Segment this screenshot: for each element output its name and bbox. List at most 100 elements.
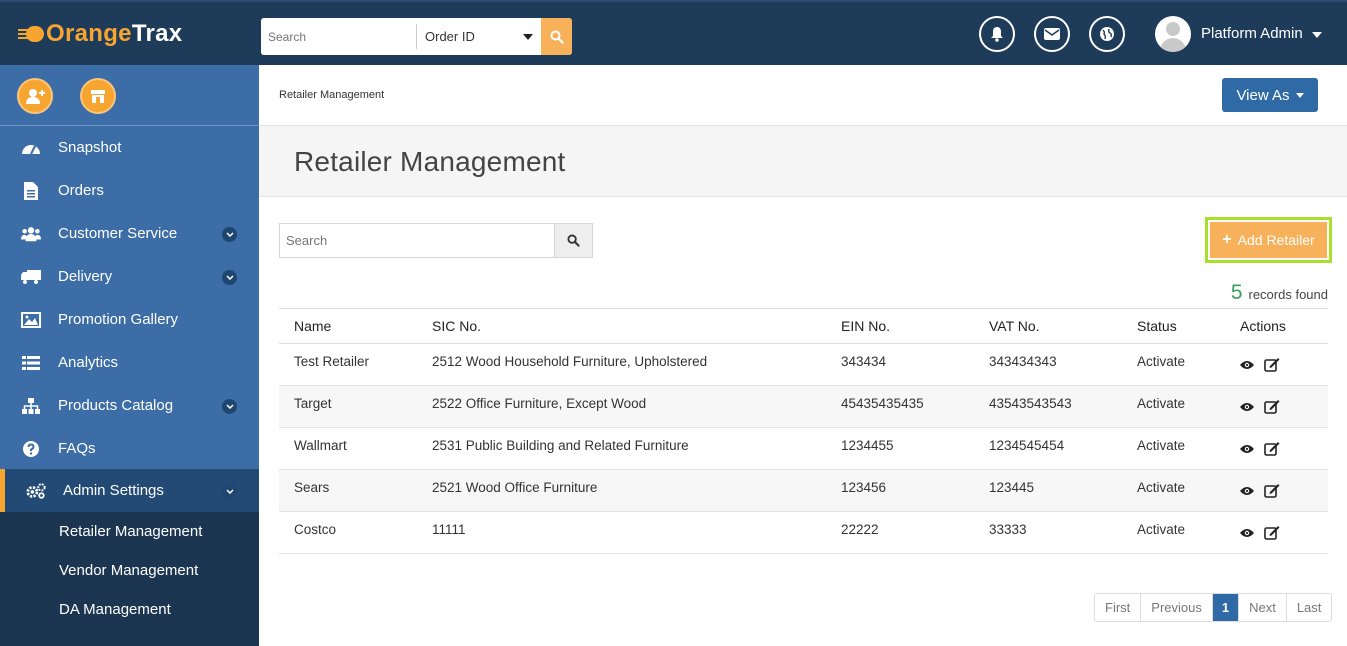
chevron-down-icon [523, 33, 534, 40]
add-user-icon [26, 89, 45, 104]
sitemap-icon [21, 396, 41, 416]
chevron-down-icon[interactable] [222, 270, 237, 285]
cell-name: Costco [279, 511, 417, 554]
eye-icon[interactable] [1240, 360, 1254, 370]
search-field-select[interactable]: Order ID [417, 18, 541, 55]
sidebar-item-customer-service[interactable]: Customer Service [0, 212, 259, 255]
eye-icon[interactable] [1240, 402, 1254, 412]
sidebar-subitem-retailer-management[interactable]: Retailer Management [59, 523, 202, 540]
truck-icon [21, 267, 41, 287]
brand-name: OrangeTrax [46, 20, 183, 47]
global-search-input[interactable] [261, 18, 416, 55]
cell-status[interactable]: Activate [1122, 511, 1225, 554]
cell-vat: 123445 [974, 469, 1122, 512]
plus-icon: + [1222, 231, 1232, 248]
pagination-first[interactable]: First [1095, 594, 1142, 621]
column-header-vat[interactable]: VAT No. [974, 308, 1122, 344]
question-icon [21, 439, 41, 459]
column-header-ein[interactable]: EIN No. [826, 308, 974, 344]
column-header-actions: Actions [1225, 308, 1328, 344]
cell-sic: 2521 Wood Office Furniture [417, 469, 826, 512]
gears-icon [26, 481, 46, 501]
pagination-previous[interactable]: Previous [1141, 594, 1213, 621]
sidebar-item-analytics[interactable]: Analytics [0, 341, 259, 384]
retailer-search-input[interactable] [280, 224, 555, 257]
edit-icon[interactable] [1264, 441, 1280, 456]
brand-logo[interactable]: OrangeTrax [18, 20, 182, 48]
chevron-down-icon[interactable] [222, 484, 237, 499]
cell-status[interactable]: Activate [1122, 469, 1225, 512]
cell-status[interactable]: Activate [1122, 343, 1225, 386]
edit-icon[interactable] [1264, 357, 1280, 372]
image-icon [21, 310, 41, 330]
language-button[interactable] [1089, 16, 1125, 52]
cell-sic: 2512 Wood Household Furniture, Upholster… [417, 343, 826, 386]
table-row: Sears 2521 Wood Office Furniture 123456 … [279, 469, 1328, 512]
cell-actions [1225, 343, 1328, 386]
store-icon [91, 90, 105, 103]
cell-actions [1225, 385, 1328, 428]
bell-icon [991, 27, 1003, 42]
eye-icon[interactable] [1240, 444, 1254, 454]
breadcrumb[interactable]: Retailer Management [279, 89, 384, 101]
edit-icon[interactable] [1264, 525, 1280, 540]
dashboard-icon [21, 138, 41, 158]
eye-icon[interactable] [1240, 486, 1254, 496]
chevron-down-icon[interactable] [222, 399, 237, 414]
notifications-button[interactable] [979, 16, 1015, 52]
column-header-sic[interactable]: SIC No. [417, 308, 826, 344]
cell-ein: 45435435435 [826, 385, 974, 428]
search-field-value: Order ID [425, 29, 475, 44]
sidebar-item-delivery[interactable]: Delivery [0, 255, 259, 298]
cell-actions [1225, 469, 1328, 512]
cell-name: Sears [279, 469, 417, 512]
retailer-search-button[interactable] [554, 224, 592, 257]
chevron-down-icon [1295, 92, 1304, 98]
user-avatar[interactable] [1155, 16, 1191, 52]
retailer-search [279, 223, 593, 258]
cell-vat: 343434343 [974, 343, 1122, 386]
table-header-row: Name SIC No. EIN No. VAT No. Status Acti… [279, 308, 1328, 344]
cell-name: Wallmart [279, 427, 417, 470]
column-header-name[interactable]: Name [279, 308, 417, 344]
sidebar-item-label: Delivery [58, 268, 113, 285]
view-as-label: View As [1236, 86, 1290, 104]
cell-name: Test Retailer [279, 343, 417, 386]
view-as-button[interactable]: View As [1222, 78, 1318, 112]
pagination-next[interactable]: Next [1239, 594, 1287, 621]
search-icon [550, 30, 564, 44]
sidebar-item-snapshot[interactable]: Snapshot [0, 126, 259, 169]
global-search-button[interactable] [541, 18, 572, 55]
cell-sic: 2522 Office Furniture, Except Wood [417, 385, 826, 428]
chevron-down-icon[interactable] [1312, 32, 1322, 38]
eye-icon[interactable] [1240, 528, 1254, 538]
messages-button[interactable] [1034, 16, 1070, 52]
sidebar-item-label: Products Catalog [58, 397, 174, 414]
cell-status[interactable]: Activate [1122, 427, 1225, 470]
store-button[interactable] [80, 78, 116, 114]
pagination-last[interactable]: Last [1287, 594, 1332, 621]
chevron-down-icon[interactable] [222, 227, 237, 242]
edit-icon[interactable] [1264, 483, 1280, 498]
cell-status[interactable]: Activate [1122, 385, 1225, 428]
sidebar-item-products-catalog[interactable]: Products Catalog [0, 384, 259, 427]
add-retailer-button[interactable]: + Add Retailer [1210, 222, 1327, 258]
cell-ein: 123456 [826, 469, 974, 512]
sidebar-item-label: Analytics [58, 354, 119, 371]
cell-vat: 33333 [974, 511, 1122, 554]
user-name[interactable]: Platform Admin [1201, 25, 1303, 42]
pagination-current-page[interactable]: 1 [1212, 594, 1240, 621]
sidebar-item-orders[interactable]: Orders [0, 169, 259, 212]
column-header-status[interactable]: Status [1122, 308, 1225, 344]
cell-ein: 1234455 [826, 427, 974, 470]
sidebar-item-admin-settings[interactable]: Admin Settings [0, 469, 259, 512]
sidebar-item-faqs[interactable]: FAQs [0, 427, 259, 470]
sidebar: Snapshot Orders Customer Service Deliver… [0, 65, 259, 646]
records-number: 5 [1230, 281, 1243, 304]
add-user-button[interactable] [17, 78, 53, 114]
edit-icon[interactable] [1264, 399, 1280, 414]
sidebar-item-promotion-gallery[interactable]: Promotion Gallery [0, 298, 259, 341]
sidebar-subitem-da-management[interactable]: DA Management [59, 601, 171, 618]
sidebar-subitem-vendor-management[interactable]: Vendor Management [59, 562, 198, 579]
table-row: Wallmart 2531 Public Building and Relate… [279, 427, 1328, 470]
